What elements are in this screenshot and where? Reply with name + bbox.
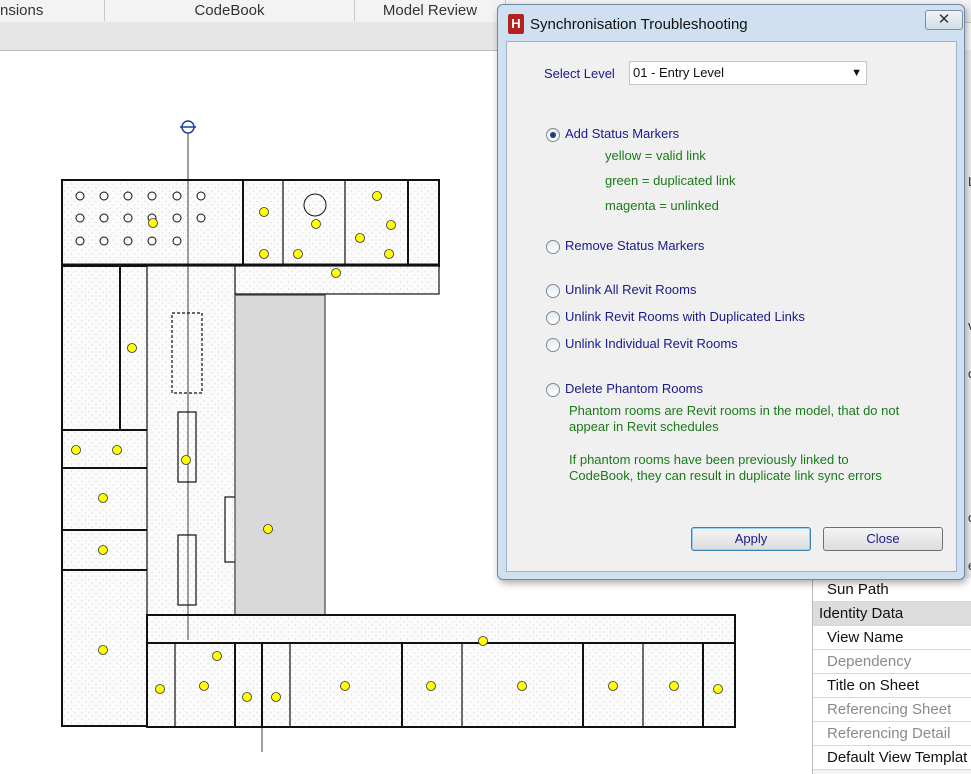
legend-yellow: yellow = valid link bbox=[605, 148, 706, 163]
sync-troubleshooting-dialog: H Synchronisation Troubleshooting ✕ Sele… bbox=[497, 4, 965, 580]
radio-unlink-duplicated-links[interactable] bbox=[546, 311, 560, 325]
option-label[interactable]: Unlink Individual Revit Rooms bbox=[565, 336, 738, 351]
phantom-note-warning: If phantom rooms have been previously li… bbox=[569, 452, 882, 483]
prop-row-view-name[interactable]: View Name bbox=[813, 626, 971, 650]
level-select-value: 01 - Entry Level bbox=[633, 65, 725, 80]
prop-label: Title on Sheet bbox=[827, 677, 919, 694]
prop-group-identity-data[interactable]: Identity Data bbox=[813, 602, 971, 626]
radio-delete-phantom-rooms[interactable] bbox=[546, 383, 560, 397]
tab-codebook[interactable]: CodeBook bbox=[105, 0, 355, 21]
prop-row-default-view-template[interactable]: Default View Templat bbox=[813, 746, 971, 770]
prop-row-referencing-sheet[interactable]: Referencing Sheet bbox=[813, 698, 971, 722]
prop-label: Sun Path bbox=[827, 581, 889, 598]
radio-remove-status-markers[interactable] bbox=[546, 240, 560, 254]
phantom-note-definition: Phantom rooms are Revit rooms in the mod… bbox=[569, 403, 900, 434]
radio-unlink-all-revit-rooms[interactable] bbox=[546, 284, 560, 298]
option-label[interactable]: Add Status Markers bbox=[565, 126, 679, 141]
prop-label: View Name bbox=[827, 629, 904, 646]
prop-row-dependency[interactable]: Dependency bbox=[813, 650, 971, 674]
prop-row-sun-path[interactable]: Sun Path bbox=[813, 578, 971, 602]
close-button[interactable]: Close bbox=[823, 527, 943, 551]
option-label[interactable]: Remove Status Markers bbox=[565, 238, 704, 253]
ribbon-panel bbox=[0, 22, 510, 51]
prop-row-referencing-detail[interactable]: Referencing Detail bbox=[813, 722, 971, 746]
section-marker-icon[interactable] bbox=[180, 120, 196, 134]
legend-green: green = duplicated link bbox=[605, 173, 736, 188]
select-level-label: Select Level bbox=[544, 66, 615, 81]
tab-dimensions[interactable]: nsions bbox=[0, 0, 105, 21]
radio-unlink-individual-rooms[interactable] bbox=[546, 338, 560, 352]
apply-button[interactable]: Apply bbox=[691, 527, 811, 551]
prop-label: Dependency bbox=[827, 653, 912, 670]
legend-magenta: magenta = unlinked bbox=[605, 198, 719, 213]
prop-label: Referencing Detail bbox=[827, 725, 951, 742]
prop-row-title-on-sheet[interactable]: Title on Sheet bbox=[813, 674, 971, 698]
prop-label: Referencing Sheet bbox=[827, 701, 952, 718]
tab-model-review[interactable]: Model Review bbox=[355, 0, 506, 21]
radio-add-status-markers[interactable] bbox=[546, 128, 560, 142]
chevron-down-icon: ▼ bbox=[851, 67, 862, 79]
option-label[interactable]: Unlink Revit Rooms with Duplicated Links bbox=[565, 309, 805, 324]
prop-label: Default View Templat bbox=[827, 749, 968, 766]
option-label[interactable]: Delete Phantom Rooms bbox=[565, 381, 703, 396]
dialog-body: Select Level 01 - Entry Level ▼ Add Stat… bbox=[506, 41, 957, 572]
prop-group-label: Identity Data bbox=[819, 605, 904, 622]
dialog-title: Synchronisation Troubleshooting bbox=[530, 16, 748, 33]
dialog-close-button[interactable]: ✕ bbox=[925, 10, 963, 30]
codebook-logo-icon: H bbox=[508, 14, 524, 34]
level-select[interactable]: 01 - Entry Level ▼ bbox=[629, 61, 867, 85]
option-label[interactable]: Unlink All Revit Rooms bbox=[565, 282, 697, 297]
